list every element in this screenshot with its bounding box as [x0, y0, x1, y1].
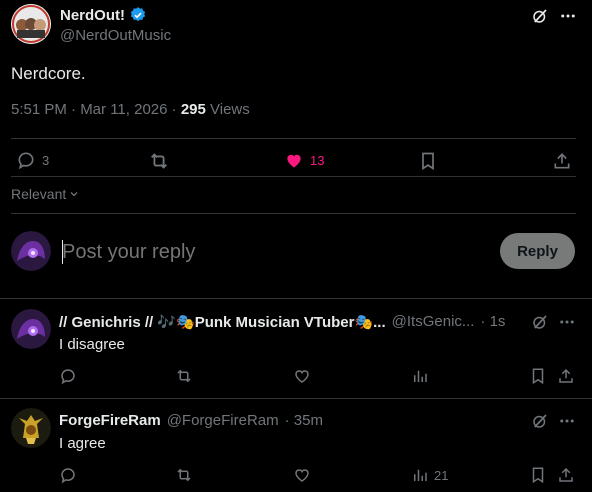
post-text: Nerdcore.	[11, 64, 86, 83]
divider	[0, 398, 592, 399]
divider	[11, 176, 576, 177]
comment-text: I disagree	[59, 336, 125, 353]
reply-count: 3	[42, 152, 50, 168]
more-options-icon[interactable]	[558, 313, 576, 331]
grok-icon[interactable]	[531, 313, 549, 331]
comment-like-button[interactable]	[293, 367, 311, 385]
divider	[11, 213, 576, 214]
verified-badge-icon	[129, 6, 147, 24]
comment-like-button[interactable]	[293, 466, 311, 484]
comment-views-count: 21	[434, 467, 449, 483]
sort-dropdown[interactable]: Relevant	[11, 186, 80, 202]
more-options-icon[interactable]	[558, 6, 578, 26]
comment-views-button[interactable]	[411, 367, 434, 385]
views-count: 295	[180, 101, 206, 118]
text-caret	[62, 240, 63, 264]
comment-author-name[interactable]: ForgeFireRam	[59, 412, 161, 429]
comment-reply-button[interactable]	[59, 367, 77, 385]
reply-input[interactable]	[62, 238, 482, 266]
more-options-icon[interactable]	[558, 412, 576, 430]
bookmark-button[interactable]	[418, 150, 438, 172]
comment-share-button[interactable]	[557, 466, 575, 484]
grok-icon[interactable]	[530, 6, 550, 26]
comment-author-name[interactable]: // Genichris // 🎶🎭Punk Musician VTuber🎭.…	[59, 313, 386, 331]
grok-icon[interactable]	[531, 412, 549, 430]
comment-repost-button[interactable]	[175, 466, 193, 484]
reply-button[interactable]: 3	[16, 150, 49, 170]
author-avatar[interactable]	[11, 4, 51, 44]
like-count: 13	[310, 152, 325, 168]
post-timestamp[interactable]: 5:51 PM · Mar 11, 2026 ·	[11, 101, 181, 118]
comment-reply-button[interactable]	[59, 466, 77, 484]
comment-share-button[interactable]	[557, 367, 575, 385]
current-user-avatar[interactable]	[11, 231, 51, 271]
reply-submit-button[interactable]: Reply	[500, 233, 575, 269]
comment-avatar[interactable]	[11, 309, 51, 349]
share-button[interactable]	[552, 150, 572, 172]
comment-header: // Genichris // 🎶🎭Punk Musician VTuber🎭.…	[59, 313, 521, 331]
comment-timestamp[interactable]: · 35m	[285, 412, 323, 429]
chevron-down-icon	[68, 188, 80, 200]
comment-timestamp[interactable]: · 1s	[480, 313, 505, 331]
comment-author-handle[interactable]: @ForgeFireRam	[167, 412, 279, 429]
author-handle[interactable]: @NerdOutMusic	[60, 27, 171, 44]
post-meta: 5:51 PM · Mar 11, 2026 · 295 Views	[11, 101, 250, 118]
views-label: Views	[205, 101, 250, 118]
repost-button[interactable]	[148, 150, 170, 172]
comment-bookmark-button[interactable]	[529, 367, 547, 385]
comment-author-handle[interactable]: @ItsGenic...	[392, 313, 475, 331]
comment-views-button[interactable]: 21	[411, 466, 448, 484]
comment-bookmark-button[interactable]	[529, 466, 547, 484]
comment-repost-button[interactable]	[175, 367, 193, 385]
like-button[interactable]: 13	[284, 150, 324, 170]
comment-avatar[interactable]	[11, 408, 51, 448]
sort-label: Relevant	[11, 186, 67, 202]
comment-text: I agree	[59, 435, 106, 452]
comment-header: ForgeFireRam @ForgeFireRam · 35m	[59, 412, 323, 429]
divider	[0, 298, 592, 299]
author-name[interactable]: NerdOut!	[60, 7, 125, 24]
author-name-row: NerdOut!	[60, 6, 147, 24]
divider	[11, 138, 576, 139]
